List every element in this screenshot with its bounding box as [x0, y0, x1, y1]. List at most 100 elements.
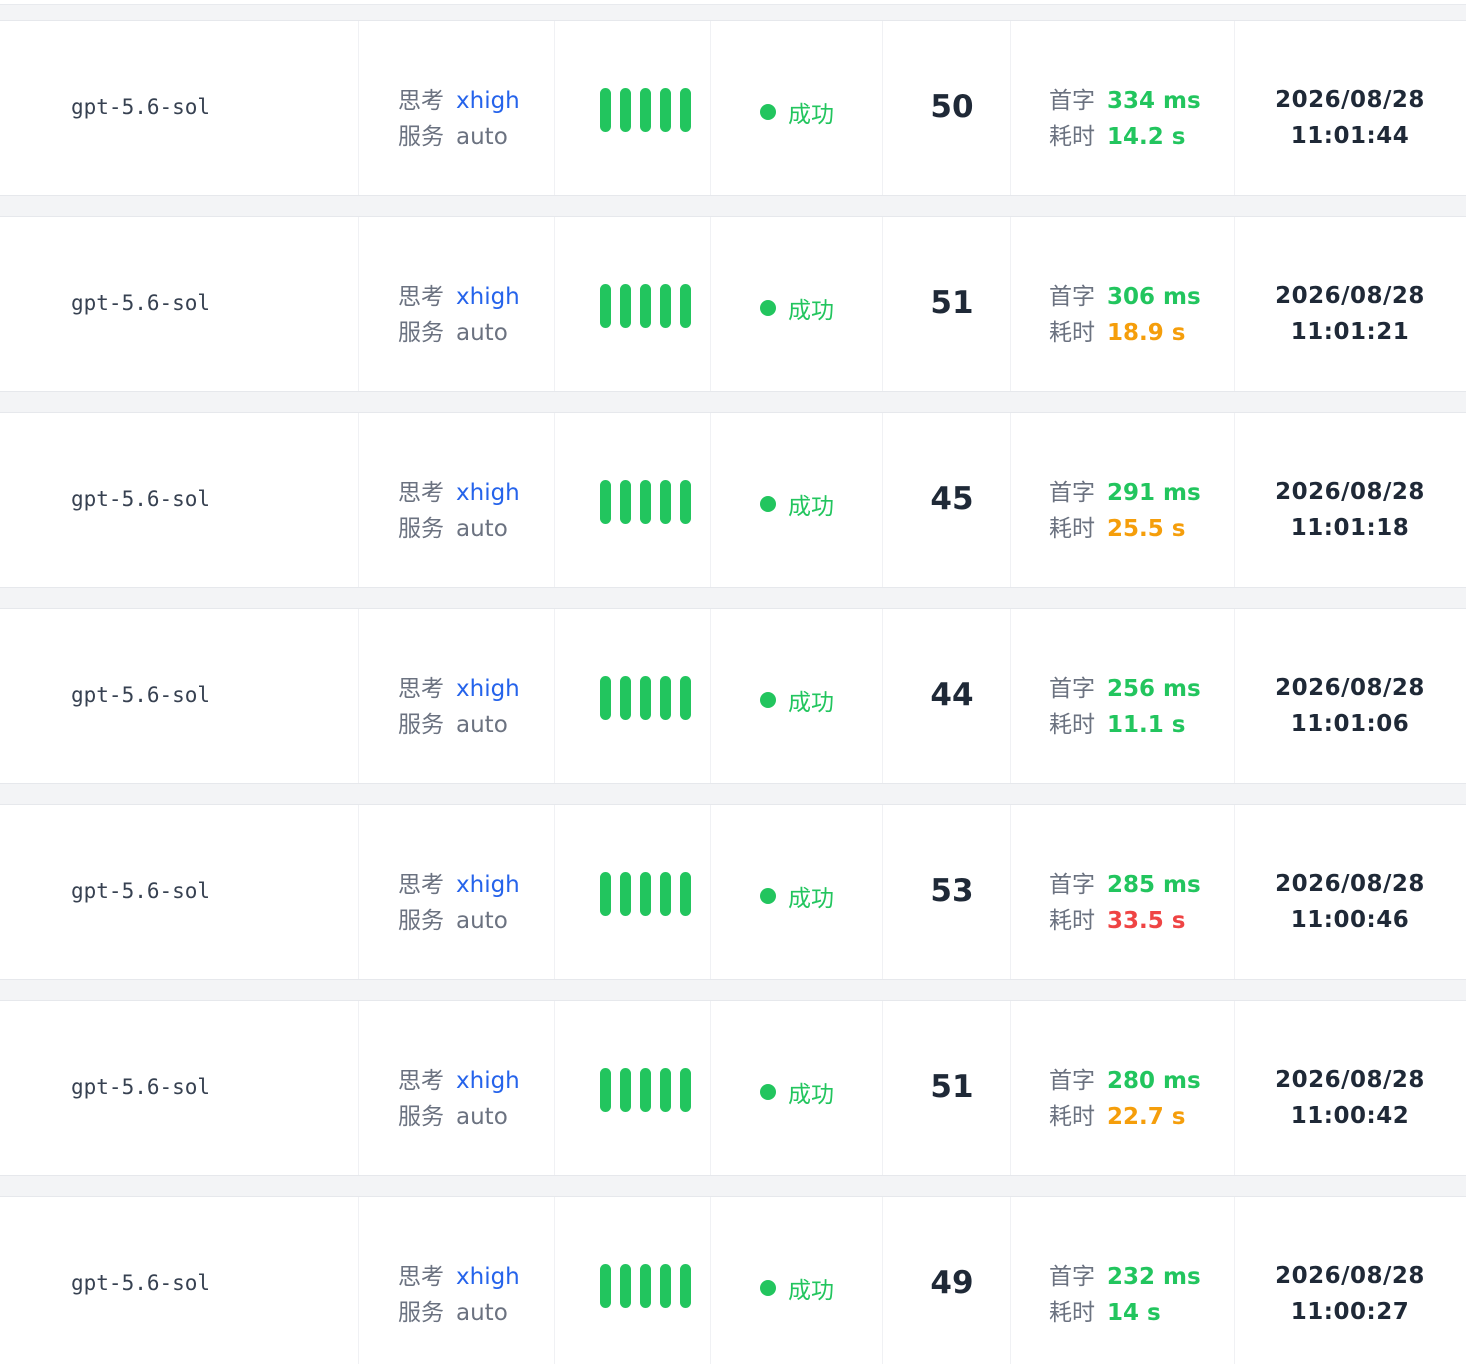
think-value: xhigh	[456, 1264, 520, 1290]
table-row[interactable]: gpt-5.6-sol 思考 xhigh 服务 auto 成功 50 首字 334 m…	[0, 20, 1466, 196]
service-label: 服务	[398, 320, 444, 346]
status-dot-icon	[760, 104, 776, 120]
timestamp: 2026/08/28 11:01:18	[1240, 474, 1460, 546]
health-bar	[640, 284, 651, 328]
first-token-value: 232 ms	[1107, 1264, 1201, 1290]
think-param: 思考 xhigh	[398, 1259, 520, 1295]
column-divider	[554, 1197, 555, 1364]
table-row[interactable]: gpt-5.6-sol 思考 xhigh 服务 auto 成功 51 首字 306 m…	[0, 216, 1466, 392]
column-divider	[1234, 609, 1235, 783]
model-name: gpt-5.6-sol	[71, 683, 211, 707]
column-divider	[554, 609, 555, 783]
score-value: 50	[930, 89, 974, 125]
first-token-value: 291 ms	[1107, 480, 1201, 506]
request-params: 思考 xhigh 服务 auto	[398, 671, 520, 743]
first-token-label: 首字	[1049, 480, 1095, 506]
first-token-row: 首字 285 ms	[1049, 867, 1201, 903]
status-dot-icon	[760, 888, 776, 904]
think-value: xhigh	[456, 284, 520, 310]
column-divider	[882, 609, 883, 783]
first-token-label: 首字	[1049, 1264, 1095, 1290]
model-name: gpt-5.6-sol	[71, 1075, 211, 1099]
column-divider	[358, 805, 359, 979]
timing-info: 首字 280 ms 耗时 22.7 s	[1049, 1063, 1201, 1135]
request-log-table: gpt-5.6-sol 思考 xhigh 服务 auto 成功 50 首字 334 m…	[0, 0, 1466, 1364]
duration-row: 耗时 18.9 s	[1049, 315, 1201, 351]
health-bar	[620, 284, 631, 328]
first-token-row: 首字 306 ms	[1049, 279, 1201, 315]
column-divider	[1234, 21, 1235, 195]
status-text: 成功	[788, 886, 834, 912]
duration-row: 耗时 11.1 s	[1049, 707, 1201, 743]
service-label: 服务	[398, 908, 444, 934]
table-row[interactable]: gpt-5.6-sol 思考 xhigh 服务 auto 成功 53 首字 285 m…	[0, 804, 1466, 980]
column-divider	[358, 1001, 359, 1175]
duration-row: 耗时 22.7 s	[1049, 1099, 1201, 1135]
duration-value: 18.9 s	[1107, 320, 1186, 346]
duration-label: 耗时	[1049, 124, 1095, 150]
health-bars	[600, 284, 692, 328]
health-bar	[660, 88, 671, 132]
timestamp-date: 2026/08/28	[1275, 283, 1425, 309]
think-label: 思考	[398, 872, 444, 898]
timestamp-time: 11:00:42	[1290, 1103, 1410, 1129]
service-param: 服务 auto	[398, 1099, 520, 1135]
duration-value: 25.5 s	[1107, 516, 1186, 542]
model-name: gpt-5.6-sol	[71, 1271, 211, 1295]
column-divider	[1010, 609, 1011, 783]
status-badge: 成功	[760, 683, 834, 717]
health-bar	[600, 872, 611, 916]
timestamp-date: 2026/08/28	[1275, 871, 1425, 897]
service-param: 服务 auto	[398, 119, 520, 155]
health-bars	[600, 1264, 692, 1308]
service-label: 服务	[398, 1104, 444, 1130]
think-label: 思考	[398, 480, 444, 506]
table-row[interactable]: gpt-5.6-sol 思考 xhigh 服务 auto 成功 45 首字 291 m…	[0, 412, 1466, 588]
status-dot-icon	[760, 1280, 776, 1296]
service-value: auto	[456, 712, 508, 738]
score-value: 49	[930, 1265, 974, 1301]
health-bar	[620, 1068, 631, 1112]
column-divider	[1010, 217, 1011, 391]
timestamp-date: 2026/08/28	[1275, 675, 1425, 701]
first-token-row: 首字 291 ms	[1049, 475, 1201, 511]
score-value: 45	[930, 481, 974, 517]
column-divider	[1010, 21, 1011, 195]
health-bar	[680, 284, 691, 328]
status-badge: 成功	[760, 291, 834, 325]
column-divider	[882, 805, 883, 979]
timestamp-date: 2026/08/28	[1275, 1067, 1425, 1093]
column-divider	[1234, 1197, 1235, 1364]
table-row[interactable]: gpt-5.6-sol 思考 xhigh 服务 auto 成功 49 首字 232 m…	[0, 1196, 1466, 1364]
think-label: 思考	[398, 1068, 444, 1094]
timestamp-time: 11:01:44	[1290, 123, 1410, 149]
column-divider	[1234, 805, 1235, 979]
health-bar	[620, 88, 631, 132]
request-params: 思考 xhigh 服务 auto	[398, 83, 520, 155]
duration-row: 耗时 14 s	[1049, 1295, 1201, 1331]
health-bars	[600, 88, 692, 132]
health-bar	[640, 480, 651, 524]
model-name: gpt-5.6-sol	[71, 879, 211, 903]
health-bar	[680, 88, 691, 132]
column-divider	[1010, 1001, 1011, 1175]
first-token-row: 首字 334 ms	[1049, 83, 1201, 119]
timestamp-time: 11:01:18	[1290, 515, 1410, 541]
health-bar	[660, 1264, 671, 1308]
table-row[interactable]: gpt-5.6-sol 思考 xhigh 服务 auto 成功 44 首字 256 m…	[0, 608, 1466, 784]
duration-value: 22.7 s	[1107, 1104, 1186, 1130]
timestamp-date: 2026/08/28	[1275, 1263, 1425, 1289]
status-dot-icon	[760, 300, 776, 316]
request-params: 思考 xhigh 服务 auto	[398, 475, 520, 547]
timestamp-date: 2026/08/28	[1275, 87, 1425, 113]
status-text: 成功	[788, 690, 834, 716]
first-token-row: 首字 232 ms	[1049, 1259, 1201, 1295]
timestamp: 2026/08/28 11:00:46	[1240, 866, 1460, 938]
first-token-row: 首字 256 ms	[1049, 671, 1201, 707]
health-bar	[640, 1264, 651, 1308]
score-value: 53	[930, 873, 974, 909]
think-param: 思考 xhigh	[398, 671, 520, 707]
table-row[interactable]: gpt-5.6-sol 思考 xhigh 服务 auto 成功 51 首字 280 m…	[0, 1000, 1466, 1176]
health-bar	[680, 480, 691, 524]
health-bars	[600, 872, 692, 916]
